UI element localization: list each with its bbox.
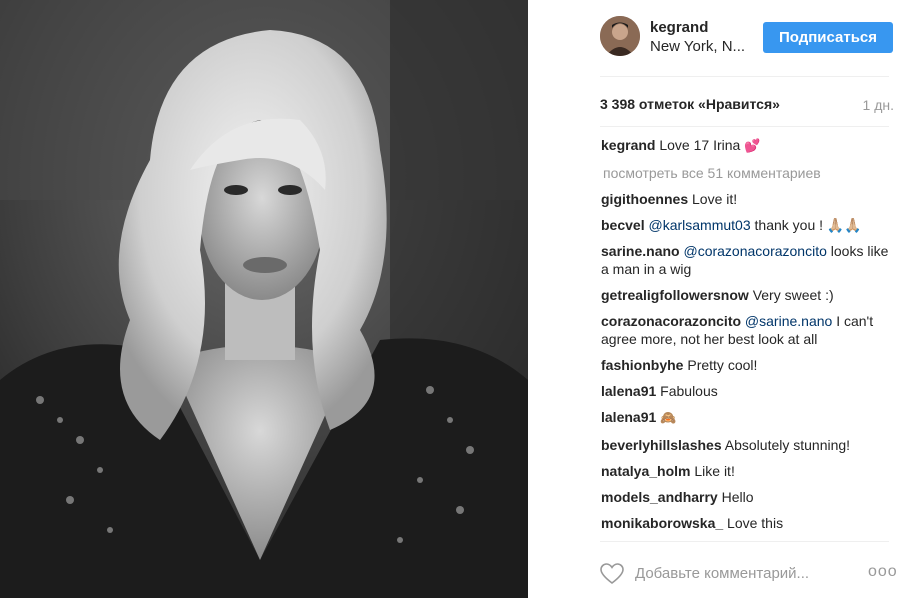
follow-button[interactable]: Подписаться [763, 22, 893, 53]
comment-username[interactable]: fashionbyhe [601, 357, 683, 373]
comment-text: Like it! [694, 463, 735, 479]
divider [600, 76, 889, 77]
heart-icon[interactable] [600, 563, 624, 585]
post-footer: Добавьте комментарий... ooo [528, 541, 900, 598]
portrait-image [0, 0, 528, 598]
list-item: sarine.nano @corazonacorazoncito looks l… [601, 242, 891, 278]
caption: kegrand Love 17 Irina 💕 [601, 136, 891, 156]
list-item: fashionbyhe Pretty cool! [601, 356, 891, 374]
add-comment-input[interactable]: Добавьте комментарий... [635, 565, 809, 582]
comment-username[interactable]: lalena91 [601, 383, 656, 399]
comment-username[interactable]: gigithoennes [601, 191, 688, 207]
comment-mention[interactable]: @karlsammut03 [648, 217, 750, 233]
comments-list: kegrand Love 17 Irina 💕 посмотреть все 5… [601, 136, 891, 540]
list-item: lalena91 🙈 [601, 408, 891, 428]
more-options-icon[interactable]: ooo [868, 563, 898, 581]
comment-username[interactable]: sarine.nano [601, 243, 680, 259]
comment-text: 🙈 [660, 411, 677, 426]
list-item: models_andharry Hello [601, 488, 891, 506]
post-header: kegrand New York, N... Подписаться [528, 0, 900, 76]
avatar[interactable] [600, 16, 640, 56]
comment-username[interactable]: natalya_holm [601, 463, 690, 479]
list-item: getrealigfollowersnow Very sweet :) [601, 286, 891, 304]
post-photo[interactable] [0, 0, 528, 598]
comment-text: Very sweet :) [752, 287, 834, 303]
list-item: lalena91 Fabulous [601, 382, 891, 400]
comment-username[interactable]: models_andharry [601, 489, 718, 505]
list-item: gigithoennes Love it! [601, 190, 891, 208]
post-side-panel: kegrand New York, N... Подписаться 3 398… [528, 0, 900, 598]
heart-emoji: 💕 [744, 139, 761, 154]
list-item: monikaborowska_ Love this [601, 514, 891, 532]
list-item: natalya_holm Like it! [601, 462, 891, 480]
comment-text: Absolutely stunning! [724, 437, 851, 453]
comment-username[interactable]: getrealigfollowersnow [601, 287, 749, 303]
comment-username[interactable]: beverlyhillslashes [601, 437, 722, 453]
post-username[interactable]: kegrand [650, 19, 708, 36]
likes-count[interactable]: 3 398 отметок «Нравится» [600, 96, 780, 112]
comment-mention[interactable]: @sarine.nano [745, 313, 832, 329]
comment-text: thank you ! 🙏🏼🙏🏼 [754, 217, 862, 233]
divider [600, 126, 889, 127]
view-all-comments-link[interactable]: посмотреть все 51 комментариев [603, 164, 891, 182]
comment-mention[interactable]: @corazonacorazoncito [683, 243, 826, 259]
list-item: beverlyhillslashes Absolutely stunning! [601, 436, 891, 454]
instagram-post: kegrand New York, N... Подписаться 3 398… [0, 0, 900, 598]
post-location[interactable]: New York, N... [650, 38, 745, 55]
comment-username[interactable]: corazonacorazoncito [601, 313, 741, 329]
list-item: corazonacorazoncito @sarine.nano I can't… [601, 312, 891, 348]
comment-text: Fabulous [660, 383, 718, 399]
comment-text: Pretty cool! [687, 357, 758, 373]
comment-text: Love this [727, 515, 784, 531]
comment-username[interactable]: lalena91 [601, 409, 656, 425]
post-time[interactable]: 1 дн. [863, 97, 894, 113]
comment-username[interactable]: becvel [601, 217, 645, 233]
comment-username[interactable]: monikaborowska_ [601, 515, 723, 531]
comment-text: Hello [721, 489, 754, 505]
comment-username[interactable]: kegrand [601, 137, 655, 153]
comment-text: Love it! [692, 191, 738, 207]
comment-text: Love 17 Irina [659, 137, 741, 153]
list-item: becvel @karlsammut03 thank you ! 🙏🏼🙏🏼 [601, 216, 891, 234]
likes-row: 3 398 отметок «Нравится» 1 дн. [600, 96, 894, 116]
